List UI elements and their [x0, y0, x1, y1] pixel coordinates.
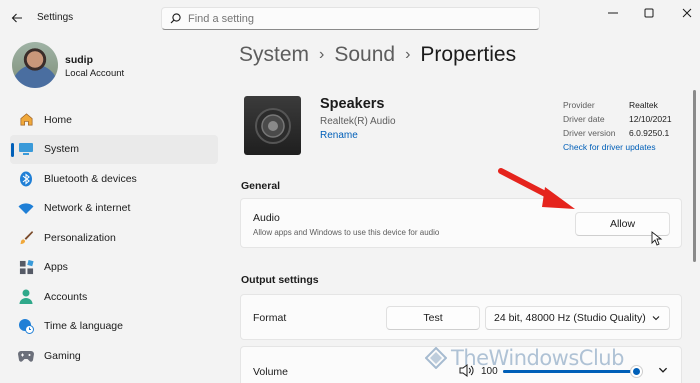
volume-slider[interactable]	[503, 365, 643, 378]
bluetooth-icon	[17, 170, 35, 188]
speaker-icon	[244, 96, 301, 155]
close-button[interactable]	[664, 0, 700, 26]
sidebar-item-network[interactable]: Network & internet	[10, 194, 218, 224]
search-input[interactable]	[188, 12, 518, 25]
sidebar-item-label: Personalization	[44, 231, 116, 244]
driver-version-value: 6.0.9250.1	[629, 128, 670, 138]
close-icon	[682, 8, 691, 18]
sidebar-item-gaming[interactable]: Gaming	[10, 341, 218, 371]
watermark: TheWindowsClub	[425, 346, 624, 370]
sidebar-item-label: Accounts	[44, 290, 88, 303]
sidebar-item-label: Network & internet	[44, 202, 131, 215]
device-driver-name: Realtek(R) Audio	[320, 116, 396, 127]
title-bar: Settings	[0, 0, 700, 36]
format-selected-value: 24 bit, 48000 Hz (Studio Quality)	[494, 312, 646, 324]
format-dropdown[interactable]: 24 bit, 48000 Hz (Studio Quality)	[485, 306, 670, 330]
format-card: Format Test 24 bit, 48000 Hz (Studio Qua…	[240, 294, 682, 340]
minimize-icon	[607, 12, 618, 14]
sidebar-item-personalization[interactable]: Personalization	[10, 223, 218, 253]
sidebar-nav: Home System Bluetooth & devices Network …	[10, 105, 218, 371]
format-label: Format	[253, 312, 287, 324]
volume-value: 100	[481, 366, 498, 377]
driver-version-label: Driver version	[563, 128, 616, 138]
driver-date-value: 12/10/2021	[629, 114, 672, 124]
audio-card: Audio Allow apps and Windows to use this…	[240, 198, 682, 248]
volume-label: Volume	[253, 366, 289, 378]
check-driver-updates-link[interactable]: Check for driver updates	[563, 142, 656, 152]
sidebar-item-label: Time & language	[44, 320, 123, 333]
chevron-right-icon: ›	[405, 46, 411, 63]
search-icon	[162, 13, 188, 24]
globe-clock-icon	[17, 317, 35, 335]
app-title: Settings	[37, 12, 74, 23]
provider-label: Provider	[563, 100, 595, 110]
audio-title: Audio	[253, 212, 280, 224]
sidebar-item-home[interactable]: Home	[10, 105, 218, 135]
sidebar-item-label: Bluetooth & devices	[44, 172, 137, 185]
output-settings-heading: Output settings	[241, 274, 319, 286]
chevron-down-icon[interactable]	[657, 364, 669, 376]
sidebar-item-accounts[interactable]: Accounts	[10, 282, 218, 312]
speaker-volume-icon[interactable]	[459, 364, 474, 377]
general-heading: General	[241, 180, 281, 192]
mouse-cursor-icon	[651, 231, 663, 246]
wifi-icon	[17, 199, 35, 217]
sidebar-item-system[interactable]: System	[10, 134, 218, 164]
user-name: sudip	[65, 54, 93, 66]
breadcrumb-sound-link[interactable]: Sound	[334, 43, 395, 67]
windows-club-logo	[425, 347, 447, 369]
account-type: Local Account	[65, 68, 125, 79]
maximize-icon	[644, 8, 653, 18]
volume-slider-thumb[interactable]	[630, 365, 643, 378]
page-title: Properties	[420, 43, 517, 66]
sidebar-item-time-language[interactable]: Time & language	[10, 312, 218, 342]
apps-icon	[17, 258, 35, 276]
sidebar-item-label: System	[44, 143, 80, 156]
search-box[interactable]	[161, 7, 540, 30]
sidebar-item-bluetooth[interactable]: Bluetooth & devices	[10, 164, 218, 194]
watermark-text: TheWindowsClub	[451, 346, 624, 370]
provider-value: Realtek	[629, 100, 658, 110]
back-button[interactable]	[6, 8, 28, 28]
monitor-icon	[17, 140, 35, 158]
chevron-down-icon	[652, 316, 660, 321]
test-button[interactable]: Test	[386, 306, 480, 330]
avatar[interactable]	[12, 42, 58, 88]
breadcrumb: System › Sound › Properties	[239, 43, 516, 67]
rename-link[interactable]: Rename	[320, 130, 358, 141]
sidebar-item-apps[interactable]: Apps	[10, 253, 218, 283]
device-name: Speakers	[320, 96, 385, 112]
scrollbar[interactable]	[693, 90, 696, 262]
chevron-right-icon: ›	[319, 46, 325, 63]
volume-slider-fill	[503, 370, 631, 373]
gamepad-icon	[17, 347, 35, 365]
audio-description: Allow apps and Windows to use this devic…	[253, 228, 440, 237]
sidebar-item-label: Gaming	[44, 349, 81, 362]
person-icon	[17, 288, 35, 306]
sidebar-item-label: Apps	[44, 261, 68, 274]
back-arrow-icon	[11, 13, 22, 23]
breadcrumb-system-link[interactable]: System	[239, 43, 309, 67]
brush-icon	[17, 229, 35, 247]
home-icon	[17, 111, 35, 129]
sidebar-item-label: Home	[44, 113, 73, 126]
red-arrow-annotation	[498, 168, 575, 209]
driver-date-label: Driver date	[563, 114, 605, 124]
